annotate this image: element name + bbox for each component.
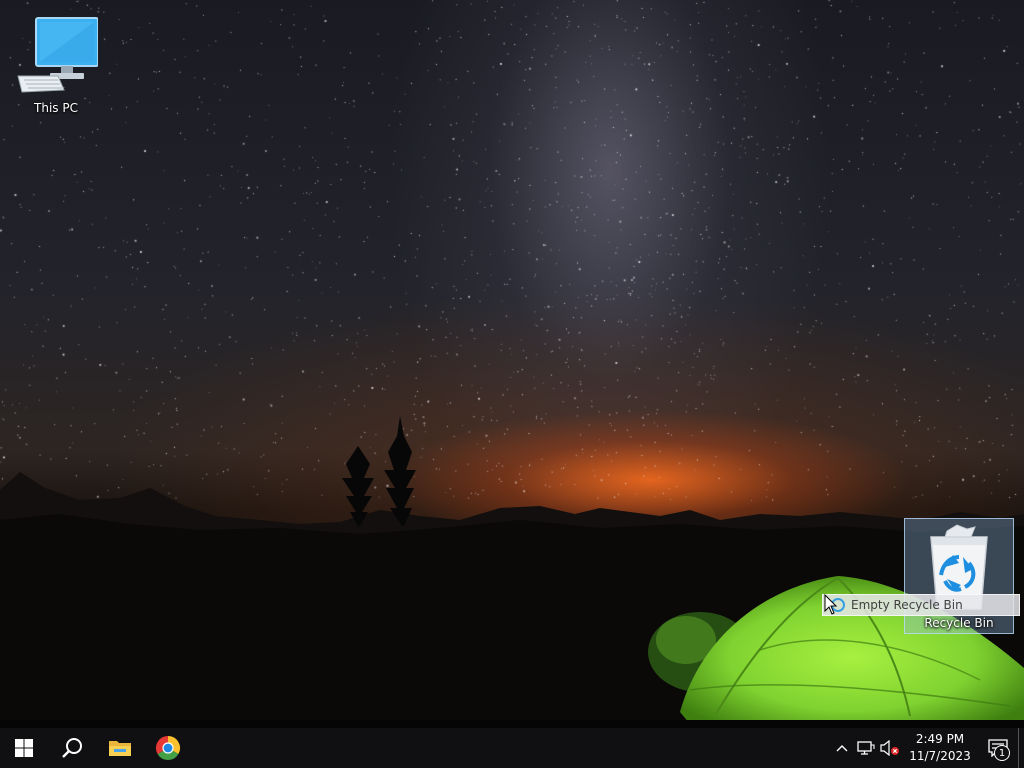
drag-tooltip-text: Empty Recycle Bin <box>851 598 963 612</box>
file-explorer-button[interactable] <box>96 728 144 768</box>
notification-count-badge: 1 <box>994 745 1010 761</box>
clock-time: 2:49 PM <box>915 732 965 746</box>
chrome-icon <box>155 736 181 761</box>
network-icon <box>857 741 875 755</box>
volume-button[interactable] <box>878 728 902 768</box>
action-center-button[interactable]: 1 <box>978 728 1018 768</box>
windows-logo-icon <box>15 739 33 757</box>
chrome-button[interactable] <box>144 728 192 768</box>
show-desktop-button[interactable] <box>1018 728 1024 768</box>
start-button[interactable] <box>0 728 48 768</box>
recycle-bin-desktop-icon[interactable]: Recycle Bin <box>904 518 1014 634</box>
this-pc-desktop-icon[interactable]: This PC <box>14 12 99 115</box>
drag-drop-tooltip: Empty Recycle Bin <box>822 594 1020 616</box>
chevron-up-icon <box>836 745 848 752</box>
system-tray: 2:49 PM 11/7/2023 1 <box>830 728 1024 768</box>
mouse-cursor-icon <box>824 594 838 615</box>
folder-icon <box>109 741 131 756</box>
clock-date: 11/7/2023 <box>909 749 971 763</box>
search-button[interactable] <box>48 728 96 768</box>
this-pc-label: This PC <box>34 101 78 115</box>
desktop-wallpaper[interactable]: This PC Recycle Bin Empty Recycle Bin <box>0 0 1024 728</box>
volume-muted-icon <box>880 740 899 756</box>
show-hidden-icons-button[interactable] <box>830 728 854 768</box>
recycle-bin-label: Recycle Bin <box>924 616 994 630</box>
taskbar: 2:49 PM 11/7/2023 1 <box>0 728 1024 768</box>
this-pc-icon <box>17 17 99 93</box>
network-button[interactable] <box>854 728 878 768</box>
clock[interactable]: 2:49 PM 11/7/2023 <box>906 731 974 765</box>
search-icon <box>62 738 82 758</box>
landscape-silhouette <box>0 416 1024 728</box>
